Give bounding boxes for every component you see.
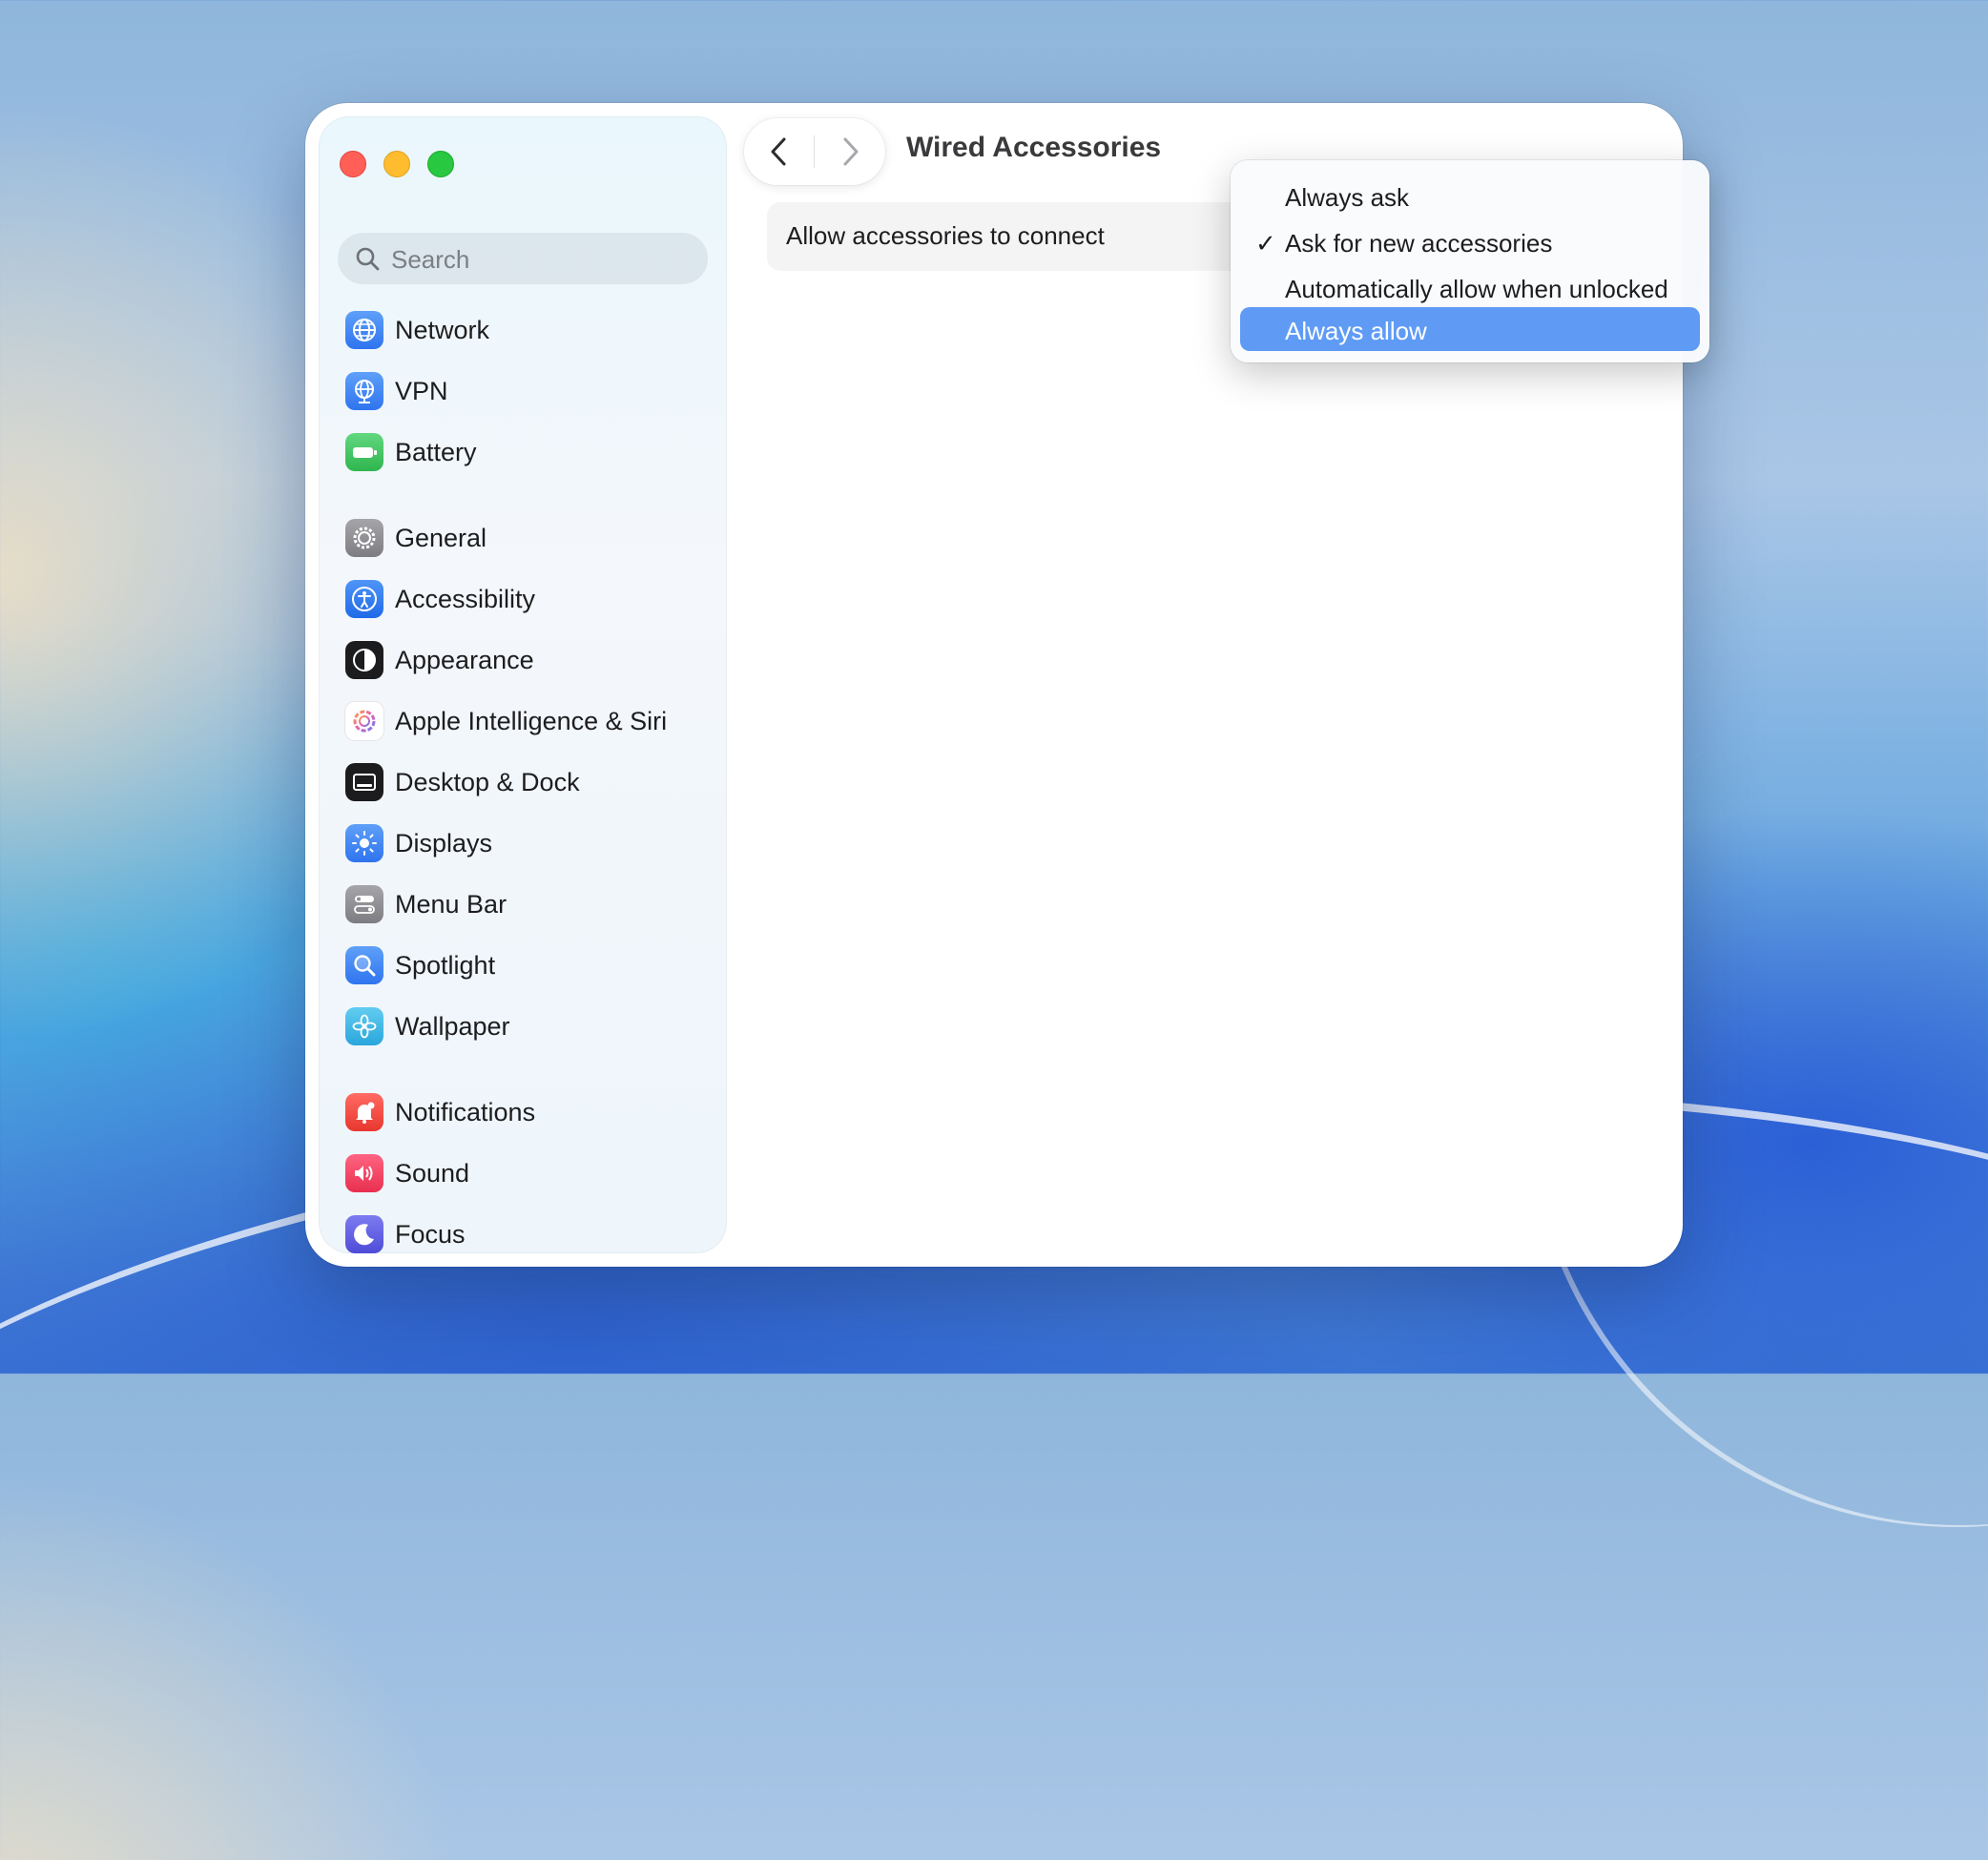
sidebar-item-accessibility[interactable]: Accessibility xyxy=(345,574,708,624)
menu-bar-icon xyxy=(345,885,383,923)
dock-icon xyxy=(345,763,383,801)
sidebar-item-label: Battery xyxy=(395,437,477,466)
appearance-icon xyxy=(345,641,383,679)
sidebar-item-label: Apple Intelligence & Siri xyxy=(395,706,668,735)
sidebar-item-focus[interactable]: Focus xyxy=(345,1209,708,1259)
sidebar-item-appearance[interactable]: Appearance xyxy=(345,635,708,685)
sidebar-item-vpn[interactable]: VPN xyxy=(345,366,708,416)
sidebar-item-wallpaper[interactable]: Wallpaper xyxy=(345,1002,708,1051)
globe-icon xyxy=(345,311,383,349)
sidebar-item-label: Network xyxy=(395,315,490,344)
sidebar-item-label: Focus xyxy=(395,1219,466,1249)
spotlight-icon xyxy=(345,946,383,984)
search-icon xyxy=(356,247,380,271)
checkmark-icon: ✓ xyxy=(1255,229,1276,258)
forward-button[interactable] xyxy=(815,118,885,185)
menu-item-always-allow[interactable]: Always allow xyxy=(1240,307,1700,351)
search-field[interactable] xyxy=(338,233,708,286)
sidebar-item-label: Sound xyxy=(395,1158,470,1188)
sidebar-item-label: General xyxy=(395,523,487,552)
sidebar-item-label: Accessibility xyxy=(395,584,536,613)
sidebar-item-sound[interactable]: Sound xyxy=(345,1148,708,1198)
menu-item-always-ask[interactable]: Always ask xyxy=(1240,174,1700,217)
menu-item-label: Always ask xyxy=(1285,183,1410,212)
sidebar-item-label: Wallpaper xyxy=(395,1011,510,1041)
page-title: Wired Accessories xyxy=(906,132,1162,163)
chevron-right-icon xyxy=(843,137,859,166)
chevron-left-icon xyxy=(771,137,786,166)
gear-icon xyxy=(345,519,383,557)
accessory-permission-menu: Always ask ✓ Ask for new accessories Aut… xyxy=(1231,160,1709,362)
speaker-icon xyxy=(345,1154,383,1192)
sidebar-item-desktop-dock[interactable]: Desktop & Dock xyxy=(345,757,708,807)
moon-icon xyxy=(345,1215,383,1253)
menu-item-automatically-allow-when-unlocked[interactable]: Automatically allow when unlocked xyxy=(1240,265,1700,309)
sidebar-item-battery[interactable]: Battery xyxy=(345,427,708,477)
sidebar-item-label: Spotlight xyxy=(395,950,496,980)
allow-accessories-label: Allow accessories to connect xyxy=(786,221,1105,250)
sidebar-item-label: Appearance xyxy=(395,645,534,674)
sidebar-item-displays[interactable]: Displays xyxy=(345,818,708,868)
accessibility-icon xyxy=(345,580,383,618)
menu-item-label: Ask for new accessories xyxy=(1285,229,1553,258)
sidebar-item-general[interactable]: General xyxy=(345,513,708,563)
sidebar-item-menu-bar[interactable]: Menu Bar xyxy=(345,879,708,929)
sun-icon xyxy=(345,824,383,862)
flower-icon xyxy=(345,1007,383,1045)
sidebar-item-label: Desktop & Dock xyxy=(395,767,580,796)
siri-icon xyxy=(345,702,383,740)
close-window-button[interactable] xyxy=(340,151,366,177)
menu-item-ask-for-new-accessories[interactable]: ✓ Ask for new accessories xyxy=(1240,219,1700,263)
zoom-window-button[interactable] xyxy=(427,151,454,177)
menu-item-label: Automatically allow when unlocked xyxy=(1285,275,1668,303)
back-button[interactable] xyxy=(744,118,815,185)
bell-icon xyxy=(345,1093,383,1131)
sidebar-item-label: Notifications xyxy=(395,1097,536,1126)
globe-network-icon xyxy=(345,372,383,410)
sidebar-item-spotlight[interactable]: Spotlight xyxy=(345,940,708,990)
sidebar-item-label: VPN xyxy=(395,376,448,405)
search-input[interactable] xyxy=(389,233,698,286)
sidebar-item-label: Menu Bar xyxy=(395,889,507,919)
history-navigation xyxy=(744,118,885,185)
sidebar-item-network[interactable]: Network xyxy=(345,305,708,355)
menu-item-label: Always allow xyxy=(1285,317,1427,345)
sidebar-item-notifications[interactable]: Notifications xyxy=(345,1087,708,1137)
sidebar-item-label: Displays xyxy=(395,828,493,858)
minimize-window-button[interactable] xyxy=(383,151,410,177)
battery-icon xyxy=(345,433,383,471)
sidebar: Network VPN Battery General xyxy=(319,116,727,1253)
sidebar-item-apple-intelligence-siri[interactable]: Apple Intelligence & Siri xyxy=(345,696,708,746)
